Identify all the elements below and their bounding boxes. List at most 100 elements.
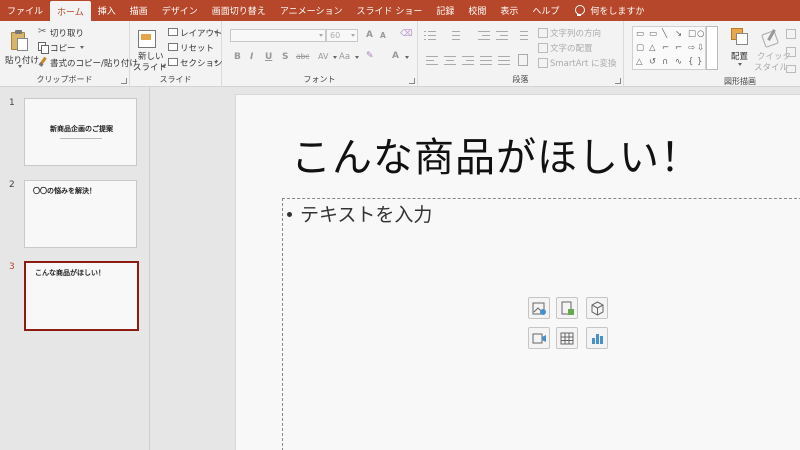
font-size-combo[interactable]: 60 xyxy=(326,29,358,42)
font-name-combo[interactable] xyxy=(230,29,326,42)
bullet-text-line[interactable]: テキストを入力 xyxy=(287,200,432,227)
align-right-icon[interactable] xyxy=(462,55,474,65)
oval-shape-icon[interactable]: ○ xyxy=(697,29,704,39)
increase-indent-icon[interactable] xyxy=(496,30,508,40)
paragraph-launcher-icon[interactable] xyxy=(615,78,621,84)
paste-button[interactable]: 貼り付け xyxy=(5,54,39,66)
slide-canvas[interactable]: こんな商品がほしい！ テキストを入力 xyxy=(235,94,800,450)
distributed-icon[interactable] xyxy=(498,55,510,65)
insert-3d-model-button[interactable] xyxy=(586,297,608,319)
tab-insert[interactable]: 挿入 xyxy=(91,0,123,21)
arrange-button[interactable]: 配置 xyxy=(731,50,748,62)
grow-font-button[interactable]: A xyxy=(366,30,373,40)
italic-button[interactable]: I xyxy=(250,52,253,62)
slide-title[interactable]: こんな商品がほしい！ xyxy=(291,125,701,183)
rectangle-shape-icon[interactable]: □ xyxy=(688,29,696,39)
paste-dropdown-icon[interactable] xyxy=(18,65,22,68)
format-painter-button[interactable]: 書式のコピー/貼り付け xyxy=(50,57,138,69)
insert-video-button[interactable] xyxy=(528,327,550,349)
copy-button[interactable]: コピー xyxy=(50,42,76,54)
tab-file[interactable]: ファイル xyxy=(0,0,50,21)
justify-icon[interactable] xyxy=(480,55,492,65)
insert-stock-image-button[interactable] xyxy=(528,297,550,319)
textbox-shape-icon[interactable]: ▭ xyxy=(636,29,644,39)
new-slide-dropdown-icon[interactable] xyxy=(162,65,166,68)
tab-slideshow[interactable]: スライド ショー xyxy=(349,0,429,21)
tell-me-search[interactable]: 何をしますか xyxy=(566,0,644,21)
arrange-icon[interactable] xyxy=(731,28,748,45)
tab-help[interactable]: ヘルプ xyxy=(525,0,566,21)
quick-styles-icon[interactable] xyxy=(761,29,777,47)
align-left-icon[interactable] xyxy=(426,55,438,65)
vertical-textbox-shape-icon[interactable]: ▭ xyxy=(649,29,657,39)
content-placeholder[interactable]: テキストを入力 xyxy=(282,198,800,450)
columns-icon[interactable] xyxy=(518,54,528,66)
freeform-shape-icon[interactable]: ∩ xyxy=(662,57,668,67)
numbering-icon[interactable] xyxy=(448,30,460,40)
copy-dropdown-icon[interactable] xyxy=(80,46,84,49)
bullet-text[interactable]: テキストを入力 xyxy=(300,204,432,226)
elbow-shape-icon[interactable]: ⌐ xyxy=(675,43,682,53)
tab-animations[interactable]: アニメーション xyxy=(273,0,350,21)
align-text-button[interactable]: 文字の配置 xyxy=(550,42,593,54)
tab-review[interactable]: 校閲 xyxy=(461,0,493,21)
shape-effects-icon[interactable] xyxy=(786,65,796,73)
underline-button[interactable]: U xyxy=(265,52,272,62)
scribble-shape-icon[interactable]: ∿ xyxy=(675,57,682,67)
font-name-dropdown-icon[interactable] xyxy=(319,34,323,37)
right-arrow-shape-icon[interactable]: ⇨ xyxy=(688,43,695,53)
slide-thumbnail-pane[interactable]: 1 新商品企画のご提案 2 〇〇の悩みを解決！ 3 こんな商品がほしい！ xyxy=(0,87,150,450)
bullets-icon[interactable] xyxy=(424,30,436,40)
curve-shape-icon[interactable]: ↺ xyxy=(649,57,656,67)
font-color-dropdown-icon[interactable] xyxy=(405,56,409,59)
tab-draw[interactable]: 描画 xyxy=(123,0,155,21)
insert-chart-button[interactable] xyxy=(586,327,608,349)
arrow-line-shape-icon[interactable]: ↘ xyxy=(675,29,682,39)
change-case-dropdown-icon[interactable] xyxy=(355,56,359,59)
slide-thumbnail-1[interactable]: 新商品企画のご提案 xyxy=(24,98,137,166)
new-slide-icon[interactable] xyxy=(138,28,156,48)
rounded-rect-shape-icon[interactable]: ▢ xyxy=(636,43,644,53)
font-size-dropdown-icon[interactable] xyxy=(351,34,355,37)
slide-thumbnail-2[interactable]: 〇〇の悩みを解決！ xyxy=(24,180,137,248)
smartart-button[interactable]: SmartArt に変換 xyxy=(550,57,617,69)
shape-fill-icon[interactable] xyxy=(786,29,796,39)
insert-table-button[interactable] xyxy=(556,327,578,349)
shapes-gallery-scroll[interactable] xyxy=(706,26,718,70)
arc-shape-icon[interactable]: △ xyxy=(636,57,643,67)
char-spacing-dropdown-icon[interactable] xyxy=(333,56,337,59)
down-arrow-shape-icon[interactable]: ⇩ xyxy=(697,43,704,53)
shrink-font-button[interactable]: A xyxy=(380,31,386,40)
font-launcher-icon[interactable] xyxy=(409,78,415,84)
shadow-button[interactable]: S xyxy=(282,52,288,62)
font-color-button[interactable]: A xyxy=(392,51,399,61)
tab-design[interactable]: デザイン xyxy=(155,0,205,21)
tab-home[interactable]: ホーム xyxy=(50,1,91,21)
insert-picture-button[interactable] xyxy=(556,297,578,319)
clipboard-launcher-icon[interactable] xyxy=(121,78,127,84)
layout-dropdown-icon[interactable] xyxy=(214,31,218,34)
line-spacing-icon[interactable] xyxy=(516,30,528,40)
bold-button[interactable]: B xyxy=(234,52,241,62)
char-spacing-button[interactable]: AV xyxy=(318,52,328,61)
section-dropdown-icon[interactable] xyxy=(214,61,218,64)
brace-right-shape-icon[interactable]: } xyxy=(697,57,702,67)
change-case-button[interactable]: Aa xyxy=(339,52,350,62)
strikethrough-button[interactable]: abc xyxy=(296,52,309,61)
tab-record[interactable]: 記録 xyxy=(429,0,461,21)
brace-left-shape-icon[interactable]: { xyxy=(688,57,693,67)
decrease-indent-icon[interactable] xyxy=(478,30,490,40)
reset-button[interactable]: リセット xyxy=(180,42,214,54)
line-shape-icon[interactable]: ╲ xyxy=(662,29,667,39)
cut-button[interactable]: 切り取り xyxy=(50,27,84,39)
slide-thumbnail-3[interactable]: こんな商品がほしい！ xyxy=(24,261,139,331)
text-direction-button[interactable]: 文字列の方向 xyxy=(550,27,601,39)
shape-outline-icon[interactable] xyxy=(786,47,796,57)
tab-transitions[interactable]: 画面切り替え xyxy=(205,0,273,21)
clear-format-icon[interactable]: ⌫ xyxy=(400,29,413,39)
triangle-shape-icon[interactable]: △ xyxy=(649,43,656,53)
tab-view[interactable]: 表示 xyxy=(493,0,525,21)
align-center-icon[interactable] xyxy=(444,55,456,65)
quick-styles-label-2[interactable]: スタイル xyxy=(754,61,788,73)
shapes-gallery[interactable]: ▭ ▭ ╲ ↘ □ ○ ▢ △ ⌐ ⌐ ⇨ ⇩ △ ↺ ∩ ∿ { } xyxy=(632,26,706,70)
